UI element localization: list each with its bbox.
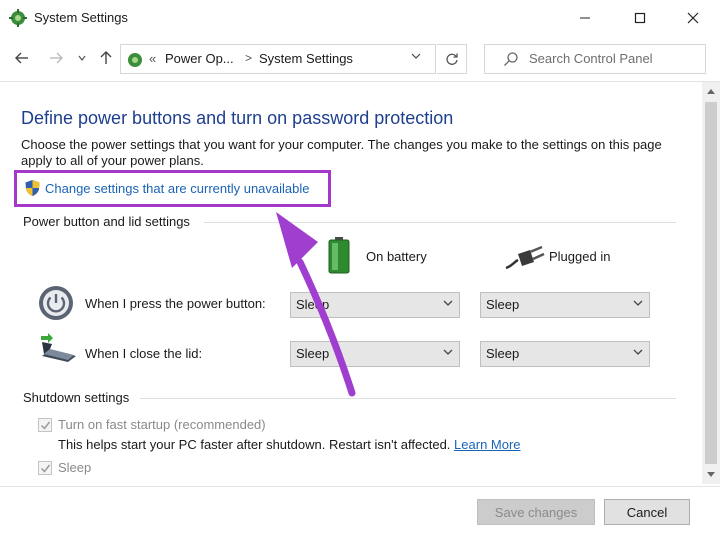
breadcrumb-system-settings[interactable]: System Settings <box>259 51 353 66</box>
arrow-right-icon <box>50 52 63 64</box>
column-plugged-in: Plugged in <box>549 249 611 264</box>
minimize-button[interactable] <box>562 0 608 36</box>
refresh-icon <box>445 53 458 65</box>
arrow-up-icon <box>100 51 112 64</box>
chevron-down-icon <box>443 347 453 360</box>
page-title: Define power buttons and turn on passwor… <box>21 108 454 128</box>
caret-up-icon <box>707 89 715 94</box>
power-button-label: When I press the power button: <box>85 296 266 311</box>
fast-startup-label: Turn on fast startup (recommended) <box>58 417 266 432</box>
breadcrumb-overflow[interactable]: « <box>149 51 156 66</box>
vertical-scrollbar[interactable] <box>702 82 720 484</box>
chevron-down-icon <box>443 298 453 311</box>
scroll-up-button[interactable] <box>702 82 720 100</box>
navigation-bar: « Power Op... > System Settings Search C… <box>0 38 720 78</box>
checkmark-icon <box>40 421 51 430</box>
search-placeholder: Search Control Panel <box>529 51 653 66</box>
fast-startup-help: This helps start your PC faster after sh… <box>58 437 521 452</box>
breadcrumb-power-options[interactable]: Power Op... <box>165 51 234 66</box>
breadcrumb-separator[interactable]: > <box>245 51 252 65</box>
change-settings-link[interactable]: Change settings that are currently unava… <box>45 181 310 196</box>
search-input[interactable]: Search Control Panel <box>484 44 706 74</box>
fast-startup-checkbox[interactable] <box>38 418 52 432</box>
up-button[interactable] <box>96 48 116 68</box>
divider <box>0 486 720 487</box>
minimize-icon <box>580 17 590 19</box>
refresh-button[interactable] <box>437 44 467 74</box>
scroll-thumb[interactable] <box>705 102 717 464</box>
divider <box>0 81 720 82</box>
highlight-box: Change settings that are currently unava… <box>14 170 331 207</box>
close-button[interactable] <box>670 0 716 36</box>
scroll-down-button[interactable] <box>702 466 720 484</box>
window-title: System Settings <box>34 10 128 25</box>
close-lid-label: When I close the lid: <box>85 346 203 361</box>
power-button-icon <box>39 286 73 320</box>
arrow-left-icon <box>15 52 28 64</box>
search-icon <box>504 52 518 66</box>
chevron-down-icon <box>78 55 86 61</box>
battery-icon <box>328 237 350 274</box>
chevron-down-icon <box>633 347 643 360</box>
power-section-label: Power button and lid settings <box>23 214 196 229</box>
select-value: Sleep <box>486 346 520 361</box>
page-description: Choose the power settings that you want … <box>21 137 662 168</box>
control-panel-icon <box>128 53 142 67</box>
close-icon <box>687 12 699 24</box>
power-button-plugged-in-select[interactable]: Sleep <box>480 292 650 318</box>
maximize-button[interactable] <box>617 0 663 36</box>
back-button[interactable] <box>12 48 32 68</box>
chevron-down-icon <box>633 298 643 311</box>
uac-shield-icon <box>25 180 40 196</box>
address-dropdown-button[interactable] <box>411 51 421 64</box>
close-lid-on-battery-select[interactable]: Sleep <box>290 341 460 367</box>
select-value: Sleep <box>486 297 520 312</box>
power-button-on-battery-select[interactable]: Sleep <box>290 292 460 318</box>
close-lid-plugged-in-select[interactable]: Sleep <box>480 341 650 367</box>
title-bar: System Settings <box>0 0 720 36</box>
column-on-battery: On battery <box>366 249 427 264</box>
learn-more-link[interactable]: Learn More <box>454 437 520 452</box>
caret-down-icon <box>707 472 715 477</box>
section-divider <box>204 222 676 223</box>
control-panel-icon <box>9 9 27 27</box>
sleep-checkbox[interactable] <box>38 461 52 475</box>
address-bar[interactable]: « Power Op... > System Settings <box>120 44 436 74</box>
select-value: Sleep <box>296 346 330 361</box>
fast-startup-help-text: This helps start your PC faster after sh… <box>58 437 451 452</box>
power-plug-icon <box>505 245 545 270</box>
section-divider <box>140 398 676 399</box>
laptop-lid-icon <box>41 333 76 362</box>
forward-button[interactable] <box>46 48 66 68</box>
save-changes-button[interactable]: Save changes <box>477 499 595 525</box>
shutdown-section-label: Shutdown settings <box>23 390 136 405</box>
recent-locations-button[interactable] <box>72 48 92 68</box>
maximize-icon <box>634 12 646 24</box>
select-value: Sleep <box>296 297 330 312</box>
checkmark-icon <box>40 464 51 473</box>
chevron-down-icon <box>411 53 421 59</box>
sleep-label: Sleep <box>58 460 92 475</box>
cancel-button[interactable]: Cancel <box>604 499 690 525</box>
